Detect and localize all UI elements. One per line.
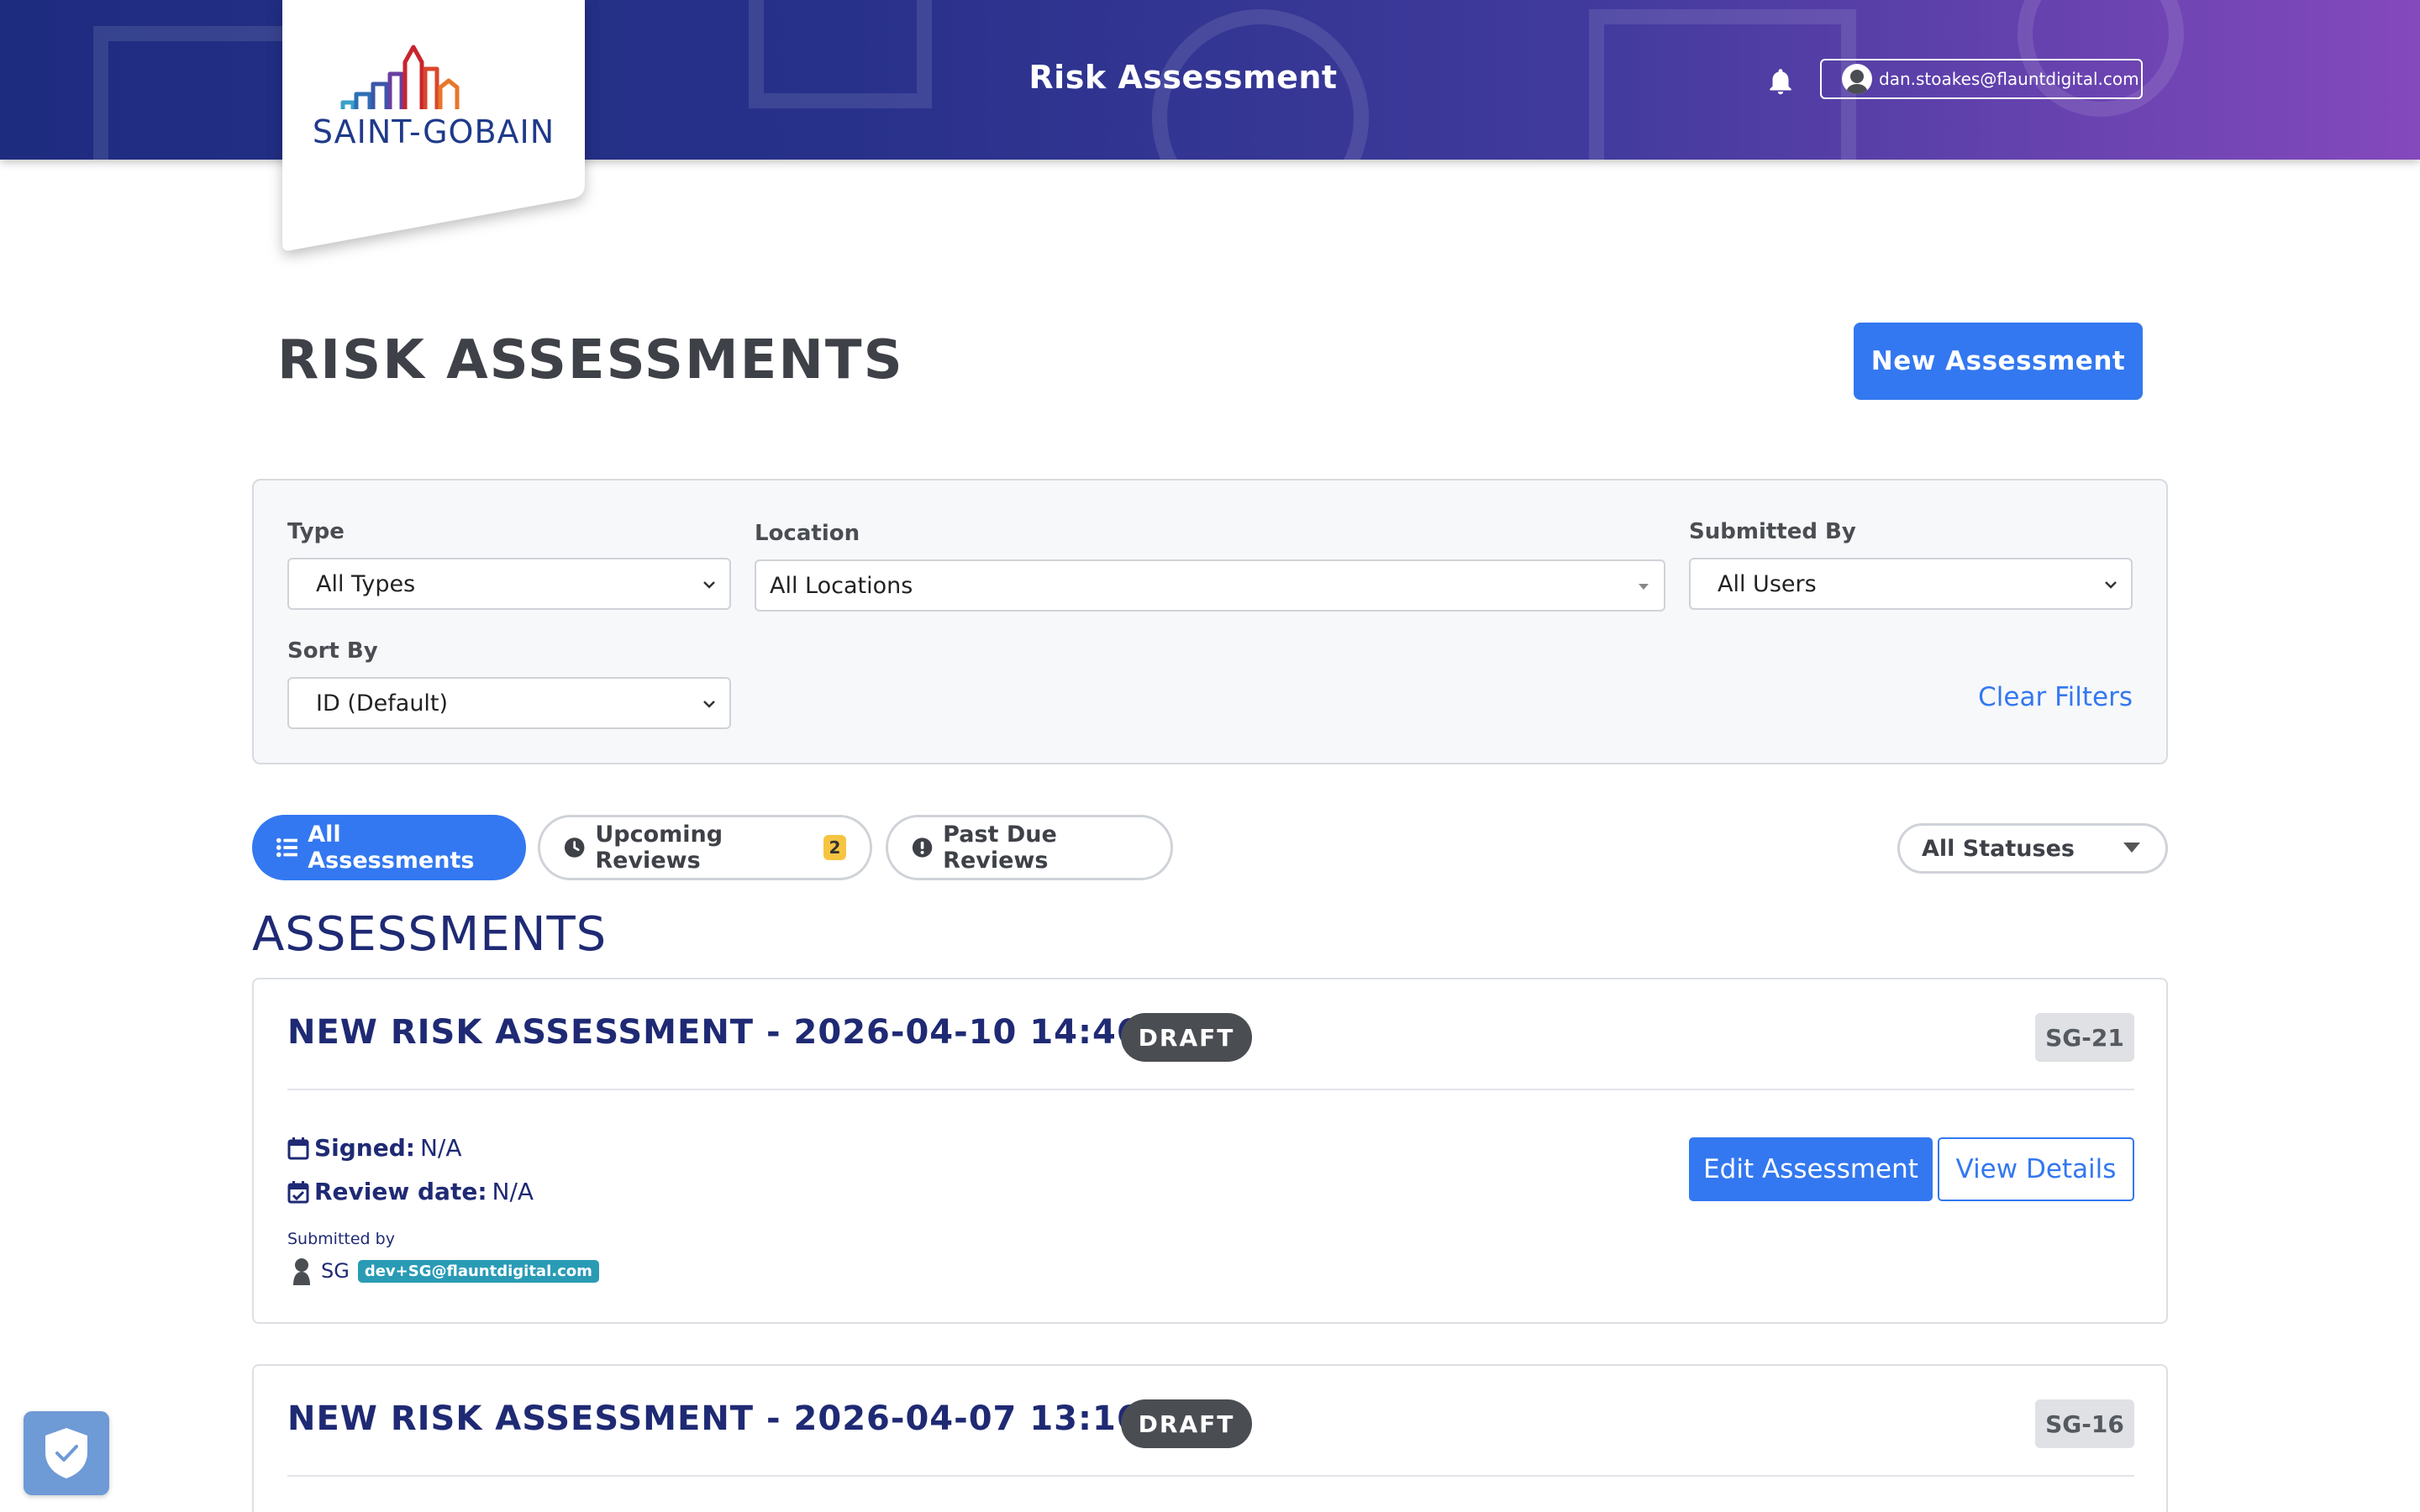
chevron-down-icon [703, 701, 715, 708]
list-icon [276, 837, 298, 858]
assessment-id-badge: SG-16 [2035, 1399, 2134, 1448]
assessment-card: NEW RISK ASSESSMENT - 2026-04-10 14:46:1… [252, 978, 2168, 1324]
type-filter-select[interactable]: All Types [287, 558, 731, 610]
assessment-card: NEW RISK ASSESSMENT - 2026-04-07 13:16:5… [252, 1364, 2168, 1512]
submitted-by-filter-select[interactable]: All Users [1689, 558, 2133, 610]
sort-by-label: Sort By [287, 638, 378, 664]
tab-all-assessments-label: All Assessments [308, 822, 475, 874]
filters-panel: Type All Types Location All Locations Su… [252, 479, 2168, 764]
alert-circle-icon [912, 837, 933, 858]
review-date-label: Review date: [314, 1178, 487, 1205]
user-email: dan.stoakes@flauntdigital.com [1879, 69, 2139, 89]
user-avatar-icon [1842, 64, 1872, 94]
header-title: Risk Assessment [1028, 59, 1338, 96]
logo-card[interactable]: SAINT-GOBAIN [282, 0, 585, 252]
calendar-check-icon [287, 1180, 309, 1203]
submitter-initials: SG [321, 1259, 350, 1283]
type-filter-label: Type [287, 519, 345, 544]
location-filter-select[interactable]: All Locations [755, 559, 1665, 612]
chevron-down-icon [703, 581, 715, 589]
review-date-value: N/A [492, 1178, 534, 1205]
caret-down-icon [2123, 843, 2140, 853]
tab-past-due-reviews[interactable]: Past Due Reviews [886, 815, 1173, 880]
type-filter-value: All Types [316, 570, 416, 597]
tab-all-assessments[interactable]: All Assessments [252, 815, 526, 880]
tab-past-due-reviews-label: Past Due Reviews [943, 822, 1057, 874]
privacy-shield-widget[interactable] [24, 1411, 109, 1495]
assessments-heading: ASSESSMENTS [252, 907, 608, 962]
calendar-icon [287, 1137, 309, 1159]
assessment-id-badge: SG-21 [2035, 1013, 2134, 1062]
submitted-by-label: Submitted by [287, 1230, 395, 1248]
assessment-title[interactable]: NEW RISK ASSESSMENT - 2026-04-10 14:46:1… [287, 1013, 1203, 1052]
assessment-title[interactable]: NEW RISK ASSESSMENT - 2026-04-07 13:16:5… [287, 1399, 1203, 1438]
submitter-info: SG dev+SG@flauntdigital.com [291, 1257, 599, 1285]
signed-row: Signed: N/A [287, 1134, 462, 1162]
signed-value: N/A [419, 1134, 462, 1162]
caret-down-icon [1639, 584, 1649, 590]
new-assessment-button[interactable]: New Assessment [1854, 323, 2143, 400]
card-divider [287, 1089, 2134, 1090]
bell-icon[interactable] [1765, 66, 1797, 99]
signed-label: Signed: [314, 1134, 415, 1162]
location-filter-value: All Locations [770, 572, 913, 599]
shield-check-icon [45, 1428, 87, 1478]
chevron-down-icon [2105, 581, 2117, 589]
sort-by-value: ID (Default) [316, 690, 449, 717]
clock-icon [564, 837, 585, 858]
sort-by-select[interactable]: ID (Default) [287, 677, 731, 729]
upcoming-count-badge: 2 [823, 835, 846, 860]
status-badge: DRAFT [1121, 1399, 1252, 1448]
edit-assessment-button[interactable]: Edit Assessment [1689, 1137, 1933, 1201]
clear-filters-link[interactable]: Clear Filters [1965, 682, 2133, 712]
submitted-by-filter-value: All Users [1718, 570, 1817, 597]
submitted-by-filter-label: Submitted By [1689, 519, 1856, 544]
review-date-row: Review date: N/A [287, 1178, 534, 1205]
view-details-button[interactable]: View Details [1938, 1137, 2134, 1201]
status-filter-value: All Statuses [1922, 835, 2075, 862]
status-filter-select[interactable]: All Statuses [1897, 823, 2168, 874]
tab-upcoming-reviews[interactable]: Upcoming Reviews 2 [538, 815, 872, 880]
location-filter-label: Location [755, 521, 860, 546]
page-title: RISK ASSESSMENTS [277, 329, 904, 391]
logo-text: SAINT-GOBAIN [313, 113, 555, 150]
status-badge: DRAFT [1121, 1013, 1252, 1062]
user-menu-button[interactable]: dan.stoakes@flauntdigital.com [1820, 59, 2143, 99]
submitter-email-tag: dev+SG@flauntdigital.com [357, 1259, 599, 1283]
tab-upcoming-reviews-label: Upcoming Reviews [595, 822, 723, 874]
person-icon [293, 1258, 310, 1285]
card-divider [287, 1475, 2134, 1477]
